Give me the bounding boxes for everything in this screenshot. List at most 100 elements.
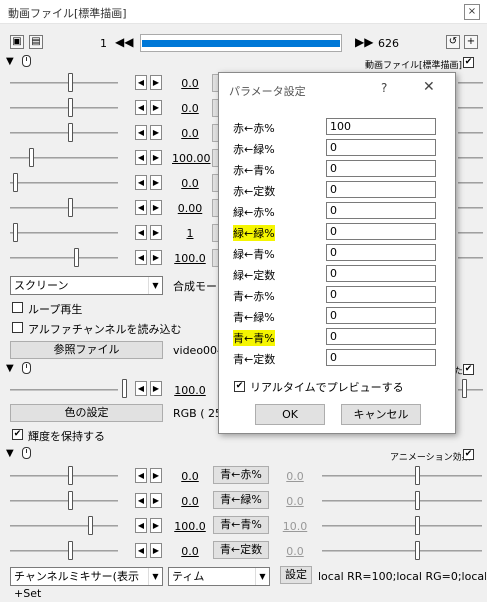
layer-icon[interactable]: ▣ xyxy=(10,35,24,49)
slider-thumb[interactable] xyxy=(13,223,18,242)
slider-track[interactable] xyxy=(10,475,118,477)
param-input[interactable]: 0 xyxy=(326,286,436,303)
slider-track[interactable] xyxy=(458,257,483,259)
value[interactable]: 0.0 xyxy=(172,545,208,558)
slider-track[interactable] xyxy=(10,132,118,134)
slider-thumb[interactable] xyxy=(415,491,420,510)
decrement-button[interactable]: ◀ xyxy=(135,75,147,90)
param-input[interactable]: 0 xyxy=(326,244,436,261)
increment-button[interactable]: ▶ xyxy=(150,100,162,115)
keep-luminance-checkbox[interactable]: ✔ xyxy=(12,429,23,440)
increment-button[interactable]: ▶ xyxy=(150,543,162,558)
slider-track[interactable] xyxy=(458,182,483,184)
loop-checkbox[interactable] xyxy=(12,302,23,313)
param-input[interactable]: 0 xyxy=(326,160,436,177)
decrement-button[interactable]: ◀ xyxy=(135,200,147,215)
param-input[interactable]: 0 xyxy=(326,265,436,282)
decrement-button[interactable]: ◀ xyxy=(135,493,147,508)
param-input[interactable]: 0 xyxy=(326,328,436,345)
slider-track[interactable] xyxy=(322,475,482,477)
color-settings-button[interactable]: 色の設定 xyxy=(10,404,163,422)
help-button[interactable]: ? xyxy=(381,81,387,95)
collapse-arrow-icon[interactable]: ▼ xyxy=(6,448,14,459)
increment-button[interactable]: ▶ xyxy=(150,200,162,215)
decrement-button[interactable]: ◀ xyxy=(135,468,147,483)
preview-checkbox[interactable]: ✔ xyxy=(234,381,245,392)
ok-button[interactable]: OK xyxy=(255,404,325,425)
slider-thumb[interactable] xyxy=(68,491,73,510)
time-select[interactable]: ティム ▼ xyxy=(168,567,270,586)
increment-button[interactable]: ▶ xyxy=(150,150,162,165)
value-end[interactable]: 0.0 xyxy=(277,470,313,483)
collapse-arrow-icon[interactable]: ▼ xyxy=(6,363,14,374)
value[interactable]: 0.0 xyxy=(172,177,208,190)
slider-thumb[interactable] xyxy=(415,466,420,485)
increment-button[interactable]: ▶ xyxy=(150,175,162,190)
slider-thumb[interactable] xyxy=(74,248,79,267)
slider-track[interactable] xyxy=(10,182,118,184)
increment-button[interactable]: ▶ xyxy=(150,75,162,90)
anim-section-checkbox[interactable]: ✔ xyxy=(463,449,474,460)
slider-track[interactable] xyxy=(322,550,482,552)
slider-track[interactable] xyxy=(458,232,483,234)
slider-thumb[interactable] xyxy=(415,516,420,535)
slider-thumb[interactable] xyxy=(462,379,467,398)
cancel-button[interactable]: キャンセル xyxy=(341,404,421,425)
prev-frame-button[interactable]: ◀◀ xyxy=(115,35,133,49)
ref-file-button[interactable]: 参照ファイル xyxy=(10,341,163,359)
slider-track[interactable] xyxy=(322,500,482,502)
param-input[interactable]: 0 xyxy=(326,202,436,219)
slider-track[interactable] xyxy=(458,157,483,159)
decrement-button[interactable]: ◀ xyxy=(135,543,147,558)
decrement-button[interactable]: ◀ xyxy=(135,381,147,396)
value[interactable]: 0.00 xyxy=(172,202,208,215)
value[interactable]: 100.0 xyxy=(172,520,208,533)
decrement-button[interactable]: ◀ xyxy=(135,100,147,115)
value-end[interactable]: 0.0 xyxy=(277,495,313,508)
color-value[interactable]: 100.0 xyxy=(172,384,208,397)
slider-thumb[interactable] xyxy=(29,148,34,167)
script-select[interactable]: チャンネルミキサー(表示+Set ▼ xyxy=(10,567,163,600)
increment-button[interactable]: ▶ xyxy=(150,225,162,240)
video-section-checkbox[interactable]: ✔ xyxy=(463,57,474,68)
decrement-button[interactable]: ◀ xyxy=(135,518,147,533)
slider-track[interactable] xyxy=(458,132,483,134)
param-input[interactable]: 0 xyxy=(326,223,436,240)
slider-track[interactable] xyxy=(458,107,483,109)
frame-icon[interactable]: ▤ xyxy=(29,35,43,49)
collapse-arrow-icon[interactable]: ▼ xyxy=(6,56,14,67)
dialog-close-button[interactable]: ✕ xyxy=(423,79,435,95)
alpha-checkbox[interactable] xyxy=(12,322,23,333)
next-frame-button[interactable]: ▶▶ xyxy=(355,35,373,49)
slider-track[interactable] xyxy=(10,107,118,109)
value[interactable]: 0.0 xyxy=(172,102,208,115)
param-button[interactable]: 青←定数 xyxy=(213,541,269,559)
slider-track[interactable] xyxy=(458,207,483,209)
decrement-button[interactable]: ◀ xyxy=(135,125,147,140)
param-button[interactable]: 青←緑% xyxy=(213,491,269,509)
decrement-button[interactable]: ◀ xyxy=(135,225,147,240)
param-input[interactable]: 0 xyxy=(326,139,436,156)
increment-button[interactable]: ▶ xyxy=(150,493,162,508)
slider-thumb[interactable] xyxy=(122,379,127,398)
value-end[interactable]: 10.0 xyxy=(277,520,313,533)
param-button[interactable]: 青←赤% xyxy=(213,466,269,484)
add-button[interactable]: + xyxy=(464,35,478,49)
increment-button[interactable]: ▶ xyxy=(150,518,162,533)
slider-thumb[interactable] xyxy=(415,541,420,560)
slider-thumb[interactable] xyxy=(68,466,73,485)
slider-thumb[interactable] xyxy=(68,198,73,217)
slider-track[interactable] xyxy=(10,389,118,391)
slider-track[interactable] xyxy=(322,525,482,527)
slider-thumb[interactable] xyxy=(88,516,93,535)
slider-track[interactable] xyxy=(10,207,118,209)
value-end[interactable]: 0.0 xyxy=(277,545,313,558)
param-input[interactable]: 100 xyxy=(326,118,436,135)
decrement-button[interactable]: ◀ xyxy=(135,175,147,190)
slider-track[interactable] xyxy=(10,500,118,502)
rotate-icon[interactable]: ↺ xyxy=(446,35,460,49)
param-input[interactable]: 0 xyxy=(326,181,436,198)
increment-button[interactable]: ▶ xyxy=(150,250,162,265)
value[interactable]: 0.0 xyxy=(172,77,208,90)
value[interactable]: 0.0 xyxy=(172,470,208,483)
